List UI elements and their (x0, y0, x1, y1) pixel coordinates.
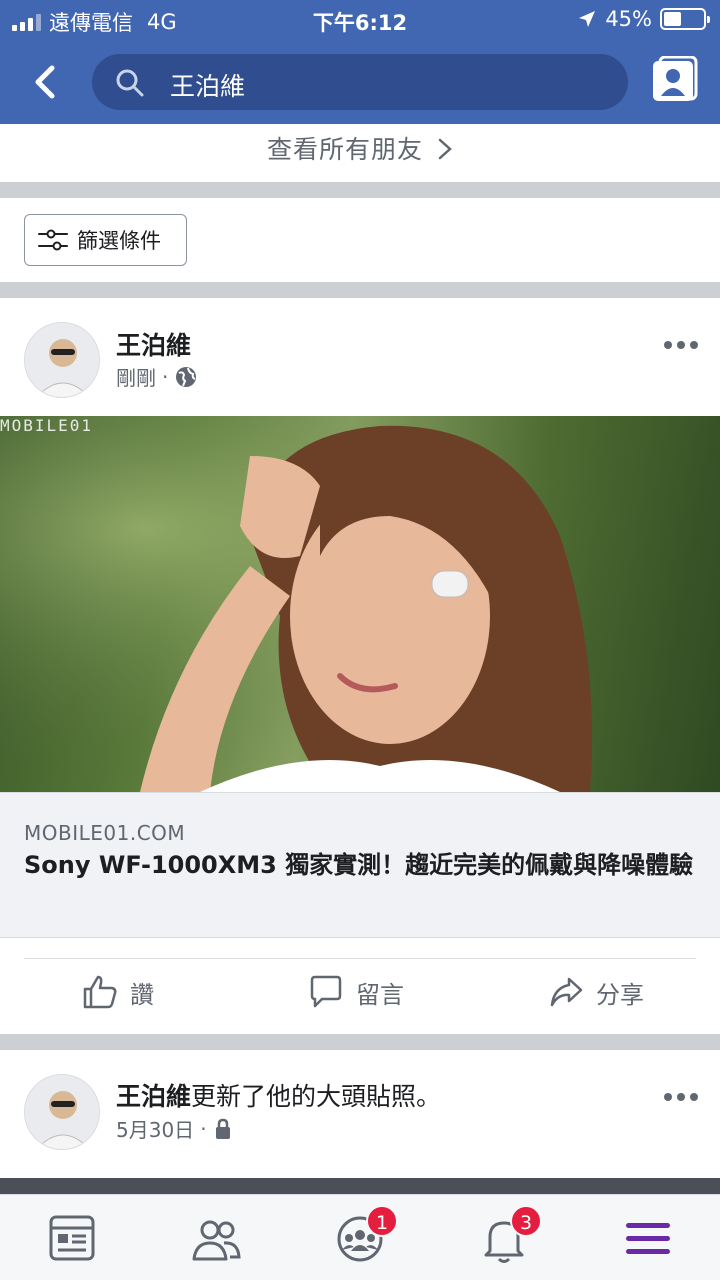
post-author[interactable]: 王泊維 (116, 326, 191, 362)
see-all-friends-link[interactable]: 查看所有朋友 (267, 130, 423, 166)
post-meta: 剛剛 · (116, 362, 198, 391)
link-preview[interactable]: MOBILE01.COM Sony WF-1000XM3 獨家實測！趨近完美的佩… (0, 792, 720, 938)
post-time: 剛剛 (116, 366, 156, 390)
filter-button[interactable]: 篩選條件 (24, 214, 187, 266)
update-text: 更新了他的大頭貼照。 (191, 1082, 442, 1111)
bottom-tab-bar: 1 3 (0, 1194, 720, 1280)
post-card: 王泊維 剛剛 · MOBILE01 MOBILE01.COM Sony WF-1… (0, 298, 720, 1034)
meta-separator: · (162, 364, 169, 389)
link-domain: MOBILE01.COM (24, 821, 186, 845)
search-query: 王泊維 (170, 72, 246, 101)
share-label: 分享 (596, 980, 644, 1009)
notifications-badge: 3 (510, 1205, 542, 1237)
friends-icon[interactable] (188, 1213, 244, 1265)
share-arrow-icon (550, 977, 583, 1007)
groups-badge: 1 (366, 1205, 398, 1237)
contact-card-icon[interactable] (650, 56, 698, 106)
more-options-icon[interactable] (664, 339, 698, 351)
more-options-icon[interactable] (664, 1091, 698, 1103)
groups-icon[interactable]: 1 (332, 1205, 398, 1265)
avatar[interactable] (24, 322, 100, 398)
post-actions: 讚 留言 分享 (0, 964, 720, 1030)
comment-label: 留言 (356, 980, 404, 1009)
image-watermark: MOBILE01 (0, 416, 94, 435)
search-input[interactable]: 王泊維 (92, 54, 628, 110)
share-button[interactable]: 分享 (548, 974, 644, 1010)
like-button[interactable]: 讚 (82, 974, 154, 1010)
update-author[interactable]: 王泊維 (116, 1082, 191, 1111)
update-meta: 5月30日 · (116, 1114, 233, 1143)
thumbs-up-icon (83, 975, 117, 1009)
update-date: 5月30日 (116, 1118, 195, 1142)
battery-percent: 45% (605, 7, 652, 31)
tabbar-shadow (0, 1178, 720, 1194)
like-label: 讚 (130, 980, 154, 1009)
news-feed-icon[interactable] (44, 1213, 100, 1265)
status-bar: 遠傳電信 4G 下午6:12 45% (0, 0, 720, 40)
action-divider (24, 958, 696, 959)
notifications-icon[interactable]: 3 (476, 1205, 542, 1265)
avatar[interactable] (24, 1074, 100, 1150)
filter-label: 篩選條件 (77, 229, 161, 253)
sliders-icon (38, 229, 68, 251)
comment-button[interactable]: 留言 (308, 974, 404, 1010)
filters-section: 篩選條件 (0, 198, 720, 282)
update-headline: 王泊維更新了他的大頭貼照。 (116, 1077, 441, 1113)
location-arrow-icon (579, 11, 596, 27)
battery-icon (660, 8, 710, 30)
comment-icon (310, 975, 342, 1008)
meta-separator: · (200, 1116, 207, 1141)
see-all-friends-row[interactable]: 查看所有朋友 (0, 124, 720, 182)
menu-icon[interactable] (620, 1213, 676, 1265)
top-bar: 遠傳電信 4G 下午6:12 45% 王泊維 (0, 0, 720, 124)
profile-update-card: 王泊維更新了他的大頭貼照。 5月30日 · (0, 1050, 720, 1178)
link-title: Sony WF-1000XM3 獨家實測！趨近完美的佩戴與降噪體驗 (24, 851, 694, 879)
back-arrow-icon[interactable] (26, 62, 66, 102)
lock-icon (215, 1118, 230, 1139)
search-icon (116, 69, 144, 97)
globe-icon (176, 366, 197, 387)
chevron-right-icon (438, 138, 452, 160)
post-image[interactable]: MOBILE01 (0, 416, 720, 792)
